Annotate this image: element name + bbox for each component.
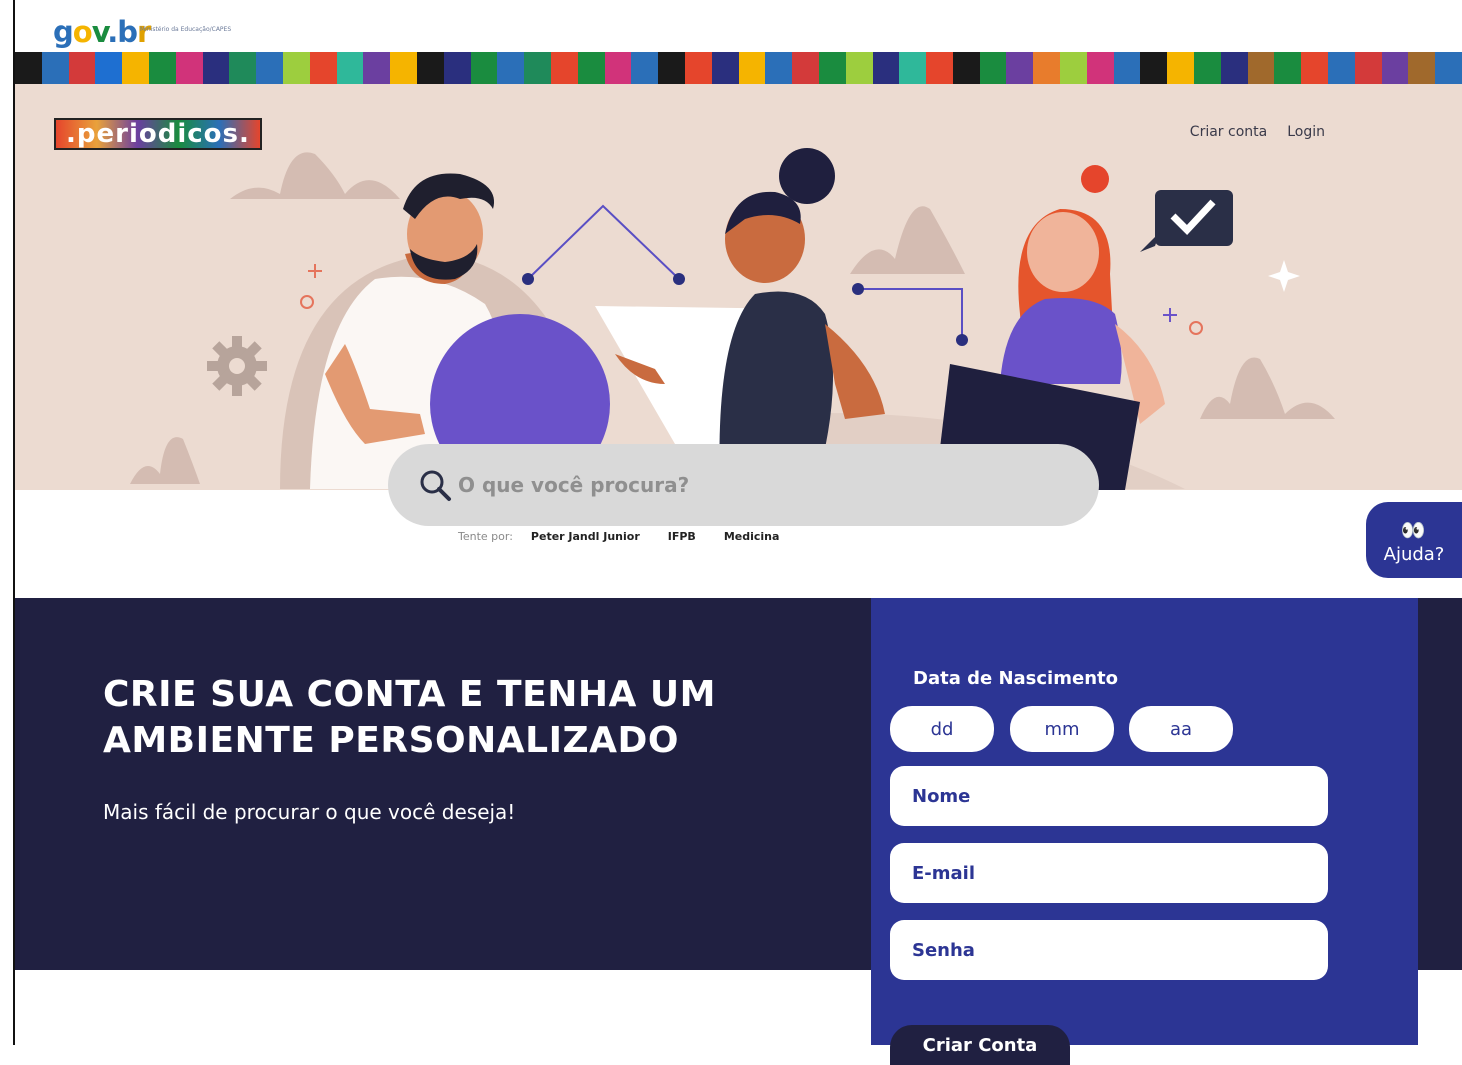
eyes-icon: 👀 bbox=[1400, 518, 1428, 542]
stripe-segment bbox=[1381, 52, 1409, 84]
gov-bar: gov.br Ministério da Educação/CAPES bbox=[15, 0, 1462, 52]
left-border-line bbox=[13, 0, 15, 1045]
login-link[interactable]: Login bbox=[1287, 124, 1325, 140]
stripe-segment bbox=[282, 52, 310, 84]
stripe-segment bbox=[390, 52, 417, 84]
stripe-segment bbox=[1247, 52, 1275, 84]
stripe-segment bbox=[202, 52, 230, 84]
create-account-link[interactable]: Criar conta bbox=[1190, 124, 1267, 140]
periodicos-logo[interactable]: .periodicos. bbox=[54, 118, 262, 150]
stripe-segment bbox=[1328, 52, 1355, 84]
stripe-segment bbox=[1194, 52, 1221, 84]
gear-icon bbox=[207, 336, 267, 396]
stripe-segment bbox=[175, 52, 203, 84]
stripe-segment bbox=[684, 52, 712, 84]
stripe-segment bbox=[899, 52, 927, 84]
color-stripe bbox=[15, 52, 1462, 84]
signup-headline: CRIE SUA CONTA E TENHA UM AMBIENTE PERSO… bbox=[103, 674, 716, 761]
gov-logo[interactable]: gov.br bbox=[53, 14, 151, 50]
stripe-segment bbox=[497, 52, 525, 84]
stripe-segment bbox=[1274, 52, 1302, 84]
stripe-segment bbox=[1167, 52, 1195, 84]
suggestion-chip[interactable]: IFPB bbox=[668, 530, 696, 543]
stripe-segment bbox=[577, 52, 605, 84]
stripe-segment bbox=[1220, 52, 1248, 84]
dob-month-input[interactable] bbox=[1010, 706, 1114, 752]
stripe-segment bbox=[631, 52, 659, 84]
stripe-segment bbox=[256, 52, 283, 84]
check-bubble-icon bbox=[1140, 190, 1233, 252]
stripe-segment bbox=[229, 52, 257, 84]
signup-subline: Mais fácil de procurar o que você deseja… bbox=[103, 800, 516, 824]
stripe-segment bbox=[1113, 52, 1141, 84]
stripe-segment bbox=[845, 52, 873, 84]
search-bar[interactable] bbox=[388, 444, 1099, 526]
stripe-segment bbox=[122, 52, 149, 84]
stripe-segment bbox=[524, 52, 551, 84]
help-label: Ajuda? bbox=[1383, 544, 1445, 565]
stripe-segment bbox=[658, 52, 685, 84]
stripe-segment bbox=[792, 52, 819, 84]
search-suggestions: Tente por: Peter Jandl Junior IFPB Medic… bbox=[458, 530, 779, 543]
dob-year-input[interactable] bbox=[1129, 706, 1233, 752]
dob-day-input[interactable] bbox=[890, 706, 994, 752]
stripe-segment bbox=[309, 52, 337, 84]
stripe-segment bbox=[443, 52, 471, 84]
hero-banner: .periodicos. Criar conta Login bbox=[15, 84, 1462, 490]
stripe-segment bbox=[738, 52, 766, 84]
stripe-segment bbox=[979, 52, 1007, 84]
stripe-segment bbox=[1140, 52, 1168, 84]
stripe-segment bbox=[926, 52, 953, 84]
stripe-segment bbox=[148, 52, 176, 84]
stripe-segment bbox=[550, 52, 578, 84]
stripe-segment bbox=[1408, 52, 1436, 84]
stripe-segment bbox=[818, 52, 846, 84]
suggest-label: Tente por: bbox=[458, 530, 513, 543]
create-account-button[interactable]: Criar Conta bbox=[890, 1025, 1070, 1065]
stripe-segment bbox=[711, 52, 739, 84]
stripe-segment bbox=[1086, 52, 1114, 84]
stripe-segment bbox=[336, 52, 364, 84]
stripe-segment bbox=[952, 52, 980, 84]
dob-label: Data de Nascimento bbox=[913, 668, 1118, 689]
search-input[interactable] bbox=[456, 472, 1020, 498]
suggestion-chip[interactable]: Medicina bbox=[724, 530, 780, 543]
top-nav: Criar conta Login bbox=[1190, 124, 1325, 140]
stripe-segment bbox=[363, 52, 391, 84]
suggestion-chip[interactable]: Peter Jandl Junior bbox=[531, 530, 640, 543]
stripe-segment bbox=[68, 52, 96, 84]
stripe-segment bbox=[416, 52, 444, 84]
email-field[interactable] bbox=[890, 843, 1328, 903]
stripe-segment bbox=[41, 52, 69, 84]
stripe-segment bbox=[470, 52, 498, 84]
stripe-segment bbox=[1006, 52, 1034, 84]
stripe-segment bbox=[95, 52, 123, 84]
stripe-segment bbox=[1435, 52, 1462, 84]
stripe-segment bbox=[15, 52, 42, 84]
search-icon bbox=[420, 470, 451, 501]
gov-subtitle: Ministério da Educação/CAPES bbox=[140, 26, 232, 33]
stripe-segment bbox=[765, 52, 793, 84]
stripe-segment bbox=[1060, 52, 1087, 84]
woman-figure-right bbox=[935, 165, 1165, 490]
password-field[interactable] bbox=[890, 920, 1328, 980]
stripe-segment bbox=[1354, 52, 1382, 84]
stripe-segment bbox=[872, 52, 900, 84]
stripe-segment bbox=[1301, 52, 1329, 84]
name-field[interactable] bbox=[890, 766, 1328, 826]
help-button[interactable]: 👀 Ajuda? bbox=[1366, 502, 1462, 578]
stripe-segment bbox=[1033, 52, 1061, 84]
stripe-segment bbox=[604, 52, 632, 84]
